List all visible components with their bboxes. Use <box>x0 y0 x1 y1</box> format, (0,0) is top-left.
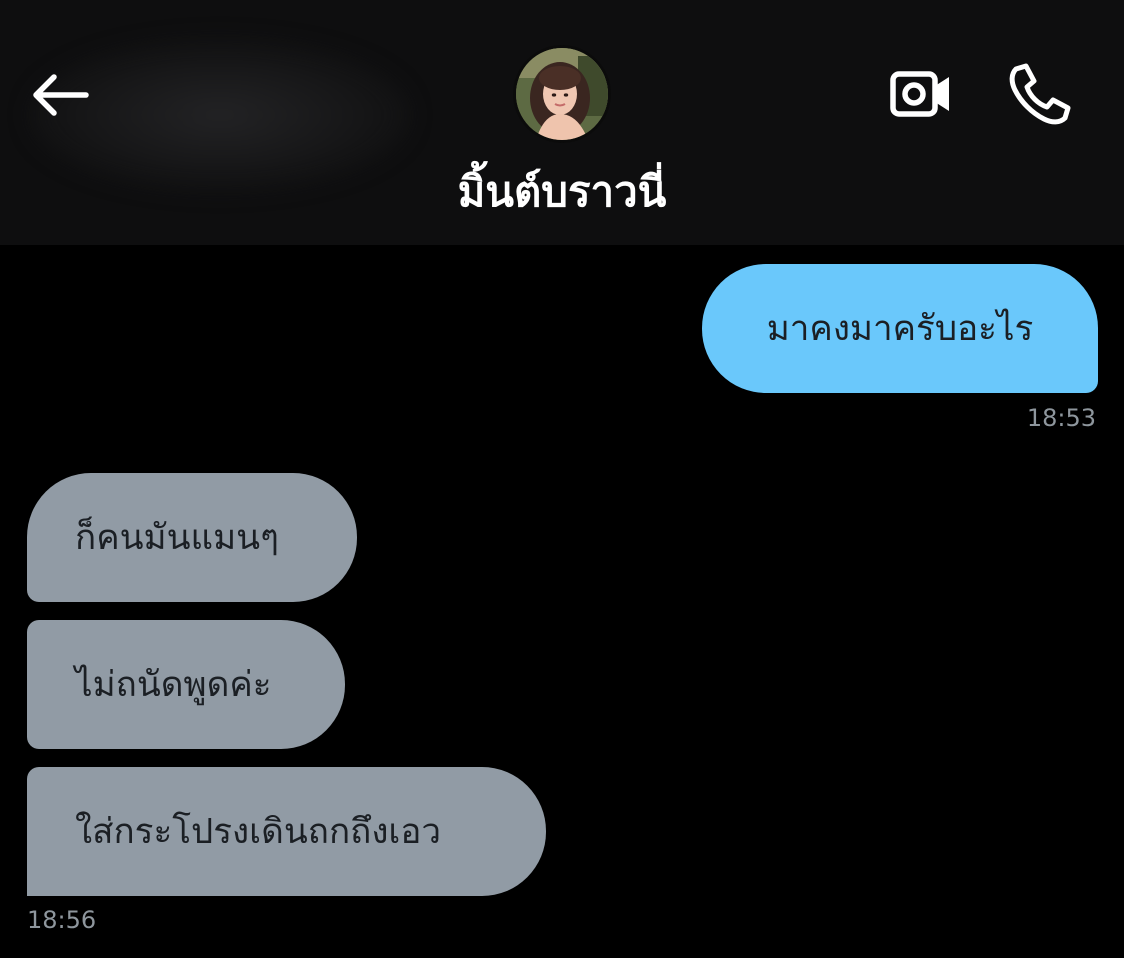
contact-name[interactable]: มิ้นต์บราวนี่ <box>0 160 1124 224</box>
incoming-message-bubble[interactable]: ใส่กระโปรงเดินถกถึงเอว <box>27 767 546 896</box>
message-text: ก็คนมันแมนๆ <box>75 518 279 558</box>
contact-avatar[interactable] <box>513 45 611 143</box>
outgoing-timestamp: 18:53 <box>1026 404 1096 432</box>
arrow-left-icon <box>33 74 89 116</box>
voice-call-button[interactable] <box>1004 58 1078 130</box>
back-button[interactable] <box>30 66 92 124</box>
outgoing-message-bubble[interactable]: มาคงมาครับอะไร <box>702 264 1098 393</box>
message-text: ไม่ถนัดพูดค่ะ <box>75 665 272 705</box>
message-text: มาคงมาครับอะไร <box>766 309 1034 349</box>
video-camera-icon <box>890 71 949 117</box>
video-call-button[interactable] <box>886 62 956 126</box>
incoming-timestamp: 18:56 <box>27 906 97 934</box>
message-text: ใส่กระโปรงเดินถกถึงเอว <box>75 812 442 852</box>
chat-header: มิ้นต์บราวนี่ <box>0 0 1124 245</box>
incoming-message-bubble[interactable]: ก็คนมันแมนๆ <box>27 473 357 602</box>
avatar-photo <box>516 48 608 140</box>
incoming-message-bubble[interactable]: ไม่ถนัดพูดค่ะ <box>27 620 345 749</box>
phone-icon <box>1009 63 1071 125</box>
